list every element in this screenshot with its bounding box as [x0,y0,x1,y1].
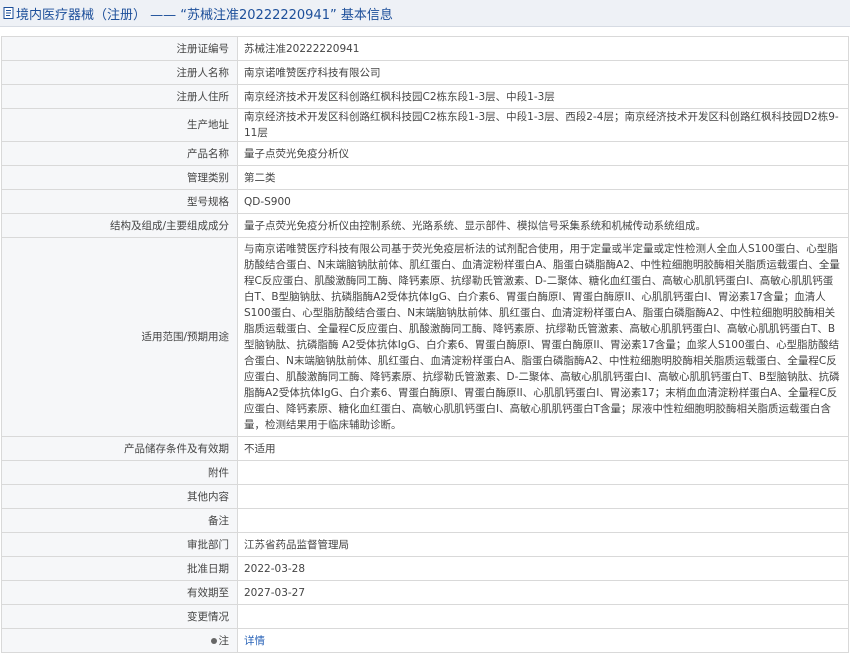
field-label: 管理类别 [1,165,238,190]
field-value: 2027-03-27 [237,580,849,605]
field-label: 注册人名称 [1,60,238,85]
field-value: 南京经济技术开发区科创路红枫科技园C2栋东段1-3层、中段1-3层、西段2-4层… [237,108,849,142]
field-label: 备注 [1,508,238,533]
field-label: 产品储存条件及有效期 [1,436,238,461]
field-label: 审批部门 [1,532,238,557]
field-value: 2022-03-28 [237,556,849,581]
note-label-cell: 注 [1,628,238,653]
table-row: 审批部门 江苏省药品监督管理局 [1,532,849,557]
bullet-icon [210,637,217,644]
field-value: 南京经济技术开发区科创路红枫科技园C2栋东段1-3层、中段1-3层 [237,84,849,109]
details-link[interactable]: 详情 [244,635,265,647]
field-value: 江苏省药品监督管理局 [237,532,849,557]
field-label: 有效期至 [1,580,238,605]
field-label: 其他内容 [1,484,238,509]
table-row: 型号规格 QD-S900 [1,189,849,214]
field-value: QD-S900 [237,189,849,214]
note-value: 详情 [237,628,849,653]
field-value: 量子点荧光免疫分析仪由控制系统、光路系统、显示部件、模拟信号采集系统和机械传动系… [237,213,849,238]
document-icon [2,7,14,19]
table-row: 结构及组成/主要组成成分 量子点荧光免疫分析仪由控制系统、光路系统、显示部件、模… [1,213,849,238]
field-value: 与南京诺唯赞医疗科技有限公司基于荧光免疫层析法的试剂配合使用，用于定量或半定量或… [237,237,849,437]
info-table: 注册证编号 苏械注准20222220941 注册人名称 南京诺唯赞医疗科技有限公… [1,36,849,653]
field-label: 生产地址 [1,108,238,142]
table-row: 生产地址 南京经济技术开发区科创路红枫科技园C2栋东段1-3层、中段1-3层、西… [1,108,849,142]
note-row: 注 详情 [1,628,849,653]
table-row: 有效期至 2027-03-27 [1,580,849,605]
page-header: 境内医疗器械（注册） —— “苏械注准20222220941” 基本信息 [0,0,850,27]
field-value [237,604,849,629]
field-value [237,484,849,509]
field-label: 注册人住所 [1,84,238,109]
table-row: 变更情况 [1,604,849,629]
field-value: 量子点荧光免疫分析仪 [237,141,849,166]
table-row: 注册人住所 南京经济技术开发区科创路红枫科技园C2栋东段1-3层、中段1-3层 [1,84,849,109]
table-row: 批准日期 2022-03-28 [1,556,849,581]
table-row: 注册证编号 苏械注准20222220941 [1,36,849,61]
field-value: 苏械注准20222220941 [237,36,849,61]
table-row: 附件 [1,460,849,485]
field-value: 第二类 [237,165,849,190]
field-value [237,508,849,533]
table-row: 管理类别 第二类 [1,165,849,190]
page-title: 境内医疗器械（注册） —— “苏械注准20222220941” 基本信息 [16,7,393,23]
table-row: 产品储存条件及有效期 不适用 [1,436,849,461]
field-label: 注册证编号 [1,36,238,61]
table-row: 产品名称 量子点荧光免疫分析仪 [1,141,849,166]
field-label: 结构及组成/主要组成成分 [1,213,238,238]
field-value: 不适用 [237,436,849,461]
field-value: 南京诺唯赞医疗科技有限公司 [237,60,849,85]
table-row: 其他内容 [1,484,849,509]
field-label: 批准日期 [1,556,238,581]
table-row: 适用范围/预期用途 与南京诺唯赞医疗科技有限公司基于荧光免疫层析法的试剂配合使用… [1,237,849,437]
field-label: 适用范围/预期用途 [1,237,238,437]
field-label: 型号规格 [1,189,238,214]
note-label: 注 [218,634,230,647]
field-label: 附件 [1,460,238,485]
field-label: 变更情况 [1,604,238,629]
table-row: 注册人名称 南京诺唯赞医疗科技有限公司 [1,60,849,85]
field-value [237,460,849,485]
field-label: 产品名称 [1,141,238,166]
table-row: 备注 [1,508,849,533]
